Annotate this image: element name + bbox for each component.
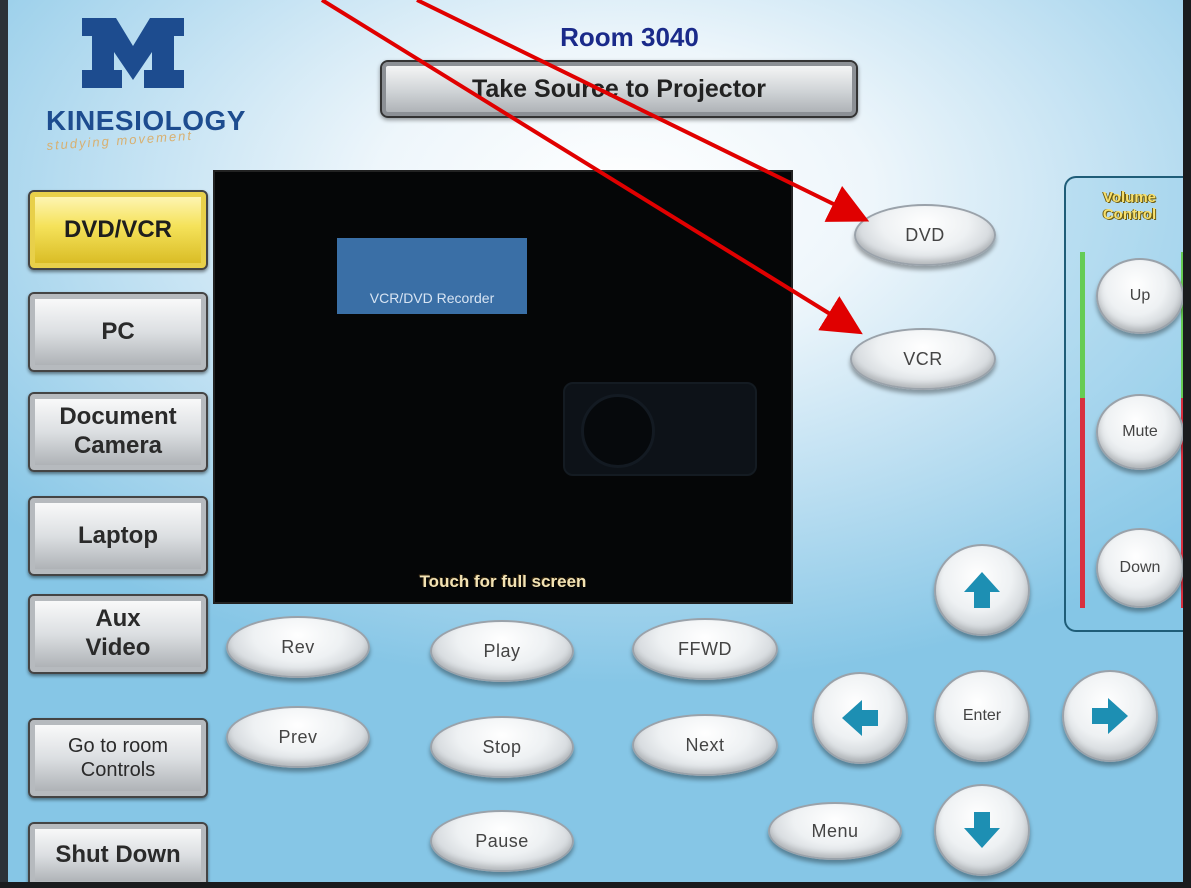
room-title: Room 3040 (560, 22, 699, 52)
source-button-dvd-vcr[interactable]: DVD/VCR (28, 190, 208, 270)
nav-up-button[interactable] (934, 544, 1030, 636)
prev-button[interactable]: Prev (226, 706, 370, 768)
source-button-laptop[interactable]: Laptop (28, 496, 208, 576)
touch-panel-screen: KINESIOLOGY studying movement Room 3040 … (8, 0, 1191, 888)
volume-down-button[interactable]: Down (1096, 528, 1184, 608)
pause-button[interactable]: Pause (430, 810, 574, 872)
volume-mute-button[interactable]: Mute (1096, 394, 1184, 470)
volume-up-button[interactable]: Up (1096, 258, 1184, 334)
go-to-room-controls-button[interactable]: Go to room Controls (28, 718, 208, 798)
rev-button[interactable]: Rev (226, 616, 370, 678)
camera-lens-icon (581, 394, 655, 468)
camera-icon (563, 382, 757, 476)
source-button-pc[interactable]: PC (28, 292, 208, 372)
volume-meter-high-left (1080, 398, 1085, 608)
volume-control-title: Volume Control (1102, 189, 1157, 223)
arrow-up-icon (964, 572, 1000, 608)
source-button-aux-video[interactable]: Aux Video (28, 594, 208, 674)
stop-button[interactable]: Stop (430, 716, 574, 778)
take-source-to-projector-button[interactable]: Take Source to Projector (380, 60, 858, 118)
dvd-button[interactable]: DVD (854, 204, 996, 266)
arrow-down-icon (964, 812, 1000, 848)
source-preview-window[interactable]: VCR/DVD Recorder Touch for full screen (213, 170, 793, 604)
touch-for-full-screen-label: Touch for full screen (419, 572, 587, 591)
ffwd-button[interactable]: FFWD (632, 618, 778, 680)
nav-left-button[interactable] (812, 672, 908, 764)
enter-button[interactable]: Enter (934, 670, 1030, 762)
menu-button[interactable]: Menu (768, 802, 902, 860)
nav-right-button[interactable] (1062, 670, 1158, 762)
vcr-button[interactable]: VCR (850, 328, 996, 390)
preview-source-label-box: VCR/DVD Recorder (337, 238, 527, 314)
monitor-bezel-bottom (0, 882, 1191, 888)
next-button[interactable]: Next (632, 714, 778, 776)
volume-meter-low-left (1080, 252, 1085, 398)
preview-source-label: VCR/DVD Recorder (369, 290, 495, 306)
monitor-bezel-right (1183, 0, 1191, 888)
arrow-left-icon (842, 700, 878, 736)
source-button-document-camera[interactable]: Document Camera (28, 392, 208, 472)
nav-down-button[interactable] (934, 784, 1030, 876)
shut-down-button[interactable]: Shut Down (28, 822, 208, 888)
arrow-right-icon (1092, 698, 1128, 734)
play-button[interactable]: Play (430, 620, 574, 682)
